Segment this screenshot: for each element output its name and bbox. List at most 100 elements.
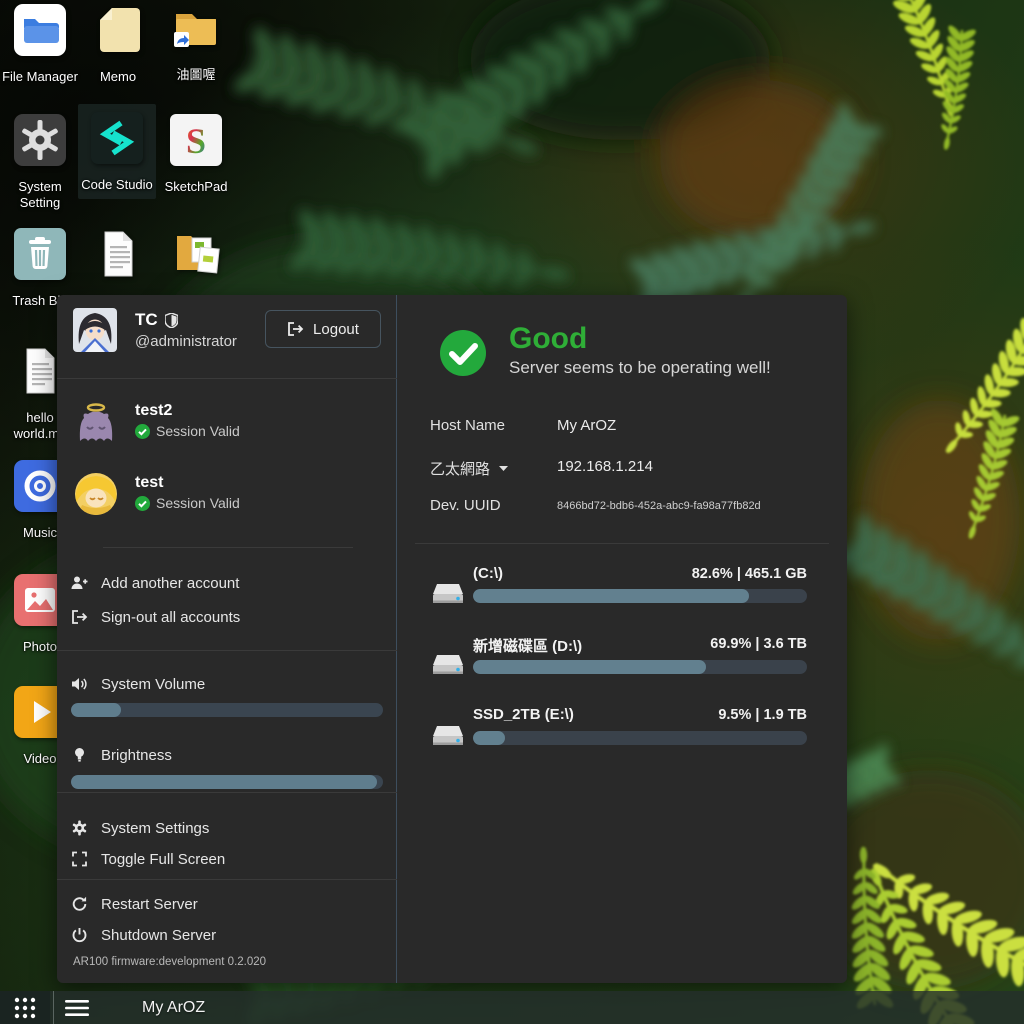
check-circle-icon: [135, 496, 150, 511]
memo-icon: [92, 4, 144, 56]
icon-label: File Manager: [1, 69, 79, 85]
divider: [57, 792, 397, 793]
network-interface-dropdown[interactable]: 乙太網路: [430, 458, 508, 479]
desktop-icon-document[interactable]: [79, 228, 157, 293]
desktop-icon-system-setting[interactable]: System Setting: [1, 114, 79, 210]
server-state: Good: [509, 322, 587, 356]
divider: [57, 378, 397, 379]
account-avatar: [75, 401, 117, 443]
user-display-name: TC: [135, 310, 178, 330]
gear-icon: [71, 820, 88, 836]
user-handle: @administrator: [135, 333, 237, 350]
document-icon: [92, 228, 144, 280]
user-avatar: [73, 308, 117, 352]
status-check-icon: [440, 330, 486, 376]
code-studio-icon: [91, 112, 143, 164]
disk-usage-fill: [473, 589, 749, 603]
lightbulb-icon: [71, 747, 88, 763]
disk-label: 新增磁碟區 (D:\): [473, 635, 582, 656]
desktop-icon-shortcut-folder[interactable]: 油圖喔: [157, 2, 235, 83]
disk-usage-bar: [473, 660, 807, 674]
system-settings-item[interactable]: System Settings: [71, 817, 383, 839]
gear-app-icon: [14, 114, 66, 166]
divider: [57, 879, 397, 880]
taskbar: My ArOZ: [0, 991, 1024, 1024]
server-state-message: Server seems to be operating well!: [509, 358, 771, 378]
brightness-slider-fill: [71, 775, 377, 789]
account-name: test2: [135, 402, 172, 420]
desktop-icon-memo[interactable]: Memo: [79, 4, 157, 85]
firmware-version: AR100 firmware:development 0.2.020: [73, 956, 266, 968]
hamburger-icon: [65, 1000, 89, 1016]
shield-icon: [165, 313, 178, 328]
uuid-label: Dev. UUID: [430, 497, 501, 514]
account-name: test: [135, 474, 163, 492]
grid-icon: [14, 997, 36, 1019]
desktop-icon-file-manager[interactable]: File Manager: [1, 4, 79, 85]
folder-shortcut-icon: [170, 2, 222, 54]
taskbar-title: My ArOZ: [142, 999, 205, 1017]
disk-usage-bar: [473, 589, 807, 603]
user-menu-column: TC @administrator Logout test2 Session V…: [57, 295, 397, 983]
disk-usage-fill: [473, 660, 706, 674]
user-plus-icon: [71, 575, 88, 591]
icon-label: System Setting: [1, 179, 79, 210]
hard-drive-icon: [431, 583, 465, 607]
system-volume-label: System Volume: [71, 673, 383, 695]
icon-label: Code Studio: [78, 177, 156, 193]
hard-drive-icon: [431, 654, 465, 678]
file-manager-icon: [14, 4, 66, 56]
sign-out-icon: [71, 609, 88, 625]
logout-button[interactable]: Logout: [265, 310, 381, 348]
icon-label: SketchPad: [157, 179, 235, 195]
disk-usage: 9.5% | 1.9 TB: [718, 707, 807, 723]
disk-usage-fill: [473, 731, 505, 745]
restart-icon: [71, 896, 88, 912]
check-circle-icon: [135, 424, 150, 439]
sketchpad-icon: S: [170, 114, 222, 166]
app-launcher-button[interactable]: [0, 991, 50, 1024]
ip-address-value: 192.168.1.214: [557, 458, 653, 475]
restart-server-item[interactable]: Restart Server: [71, 893, 383, 915]
volume-icon: [71, 676, 88, 692]
brightness-label: Brightness: [71, 744, 383, 766]
disk-label: (C:\): [473, 565, 503, 582]
host-name-label: Host Name: [430, 417, 505, 434]
power-icon: [71, 927, 88, 943]
signout-all-item[interactable]: Sign-out all accounts: [71, 606, 383, 628]
desktop-icon-folder-documents[interactable]: [157, 226, 235, 291]
volume-slider[interactable]: [71, 703, 383, 717]
disk-usage: 69.9% | 3.6 TB: [710, 636, 807, 652]
account-status: Session Valid: [135, 423, 240, 439]
divider: [57, 650, 397, 651]
account-row-test[interactable]: test Session Valid: [75, 473, 375, 519]
uuid-value: 8466bd72-bdb6-452a-abc9-fa98a77fb82d: [557, 500, 761, 512]
trash-icon: [14, 228, 66, 280]
desktop-icon-sketchpad[interactable]: S SketchPad: [157, 114, 235, 195]
account-row-test2[interactable]: test2 Session Valid: [75, 401, 375, 447]
logout-icon: [287, 321, 304, 337]
divider: [103, 547, 353, 548]
host-name-value: My ArOZ: [557, 417, 616, 434]
desktop-icon-code-studio[interactable]: Code Studio: [78, 104, 156, 199]
icon-label: 油圖喔: [157, 67, 235, 83]
volume-slider-fill: [71, 703, 121, 717]
account-avatar: [75, 473, 117, 515]
disk-label: SSD_2TB (E:\): [473, 706, 574, 723]
shutdown-server-item[interactable]: Shutdown Server: [71, 924, 383, 946]
divider: [415, 543, 829, 544]
disk-usage: 82.6% | 465.1 GB: [692, 566, 807, 582]
add-account-item[interactable]: Add another account: [71, 572, 383, 594]
desktop: File Manager Memo 油圖喔 System Setting Cod…: [0, 0, 1024, 1024]
folder-documents-icon: [170, 226, 222, 278]
account-status: Session Valid: [135, 495, 240, 511]
hamburger-menu-button[interactable]: [54, 991, 100, 1024]
brightness-slider[interactable]: [71, 775, 383, 789]
icon-label: Memo: [79, 69, 157, 85]
toggle-fullscreen-item[interactable]: Toggle Full Screen: [71, 848, 383, 870]
server-status-column: Good Server seems to be operating well! …: [397, 295, 847, 983]
system-menu-panel: TC @administrator Logout test2 Session V…: [57, 295, 847, 983]
hard-drive-icon: [431, 725, 465, 749]
svg-text:S: S: [186, 121, 206, 161]
fullscreen-icon: [71, 851, 88, 867]
